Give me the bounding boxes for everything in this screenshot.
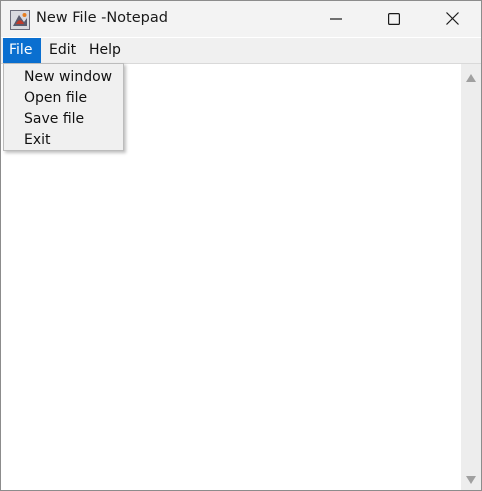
menu-file[interactable]: File	[3, 38, 41, 63]
menu-bar: File Edit Help	[1, 38, 481, 64]
app-icon	[10, 10, 30, 30]
window-title: New File -Notepad	[36, 10, 168, 26]
notepad-window: New File -Notepad File Edit Help New win…	[0, 0, 482, 491]
scroll-up-button[interactable]	[461, 66, 481, 86]
menu-item-save-file[interactable]: Save file	[4, 109, 123, 130]
menu-item-new-window[interactable]: New window	[4, 67, 123, 88]
minimize-icon	[330, 10, 342, 29]
maximize-button[interactable]	[365, 1, 423, 37]
menu-edit[interactable]: Edit	[43, 38, 79, 63]
vertical-scrollbar[interactable]	[461, 64, 481, 490]
close-button[interactable]	[423, 1, 481, 37]
minimize-button[interactable]	[307, 1, 365, 37]
menu-item-open-file[interactable]: Open file	[4, 88, 123, 109]
title-bar[interactable]: New File -Notepad	[1, 1, 481, 37]
scroll-up-arrow-icon	[466, 67, 476, 86]
menu-item-exit[interactable]: Exit	[4, 130, 123, 151]
scroll-down-button[interactable]	[461, 468, 481, 488]
menu-help[interactable]: Help	[83, 38, 127, 63]
close-icon	[445, 10, 459, 29]
file-dropdown-menu: New window Open file Save file Exit	[3, 63, 124, 151]
scroll-down-arrow-icon	[466, 469, 476, 488]
maximize-icon	[388, 10, 401, 29]
